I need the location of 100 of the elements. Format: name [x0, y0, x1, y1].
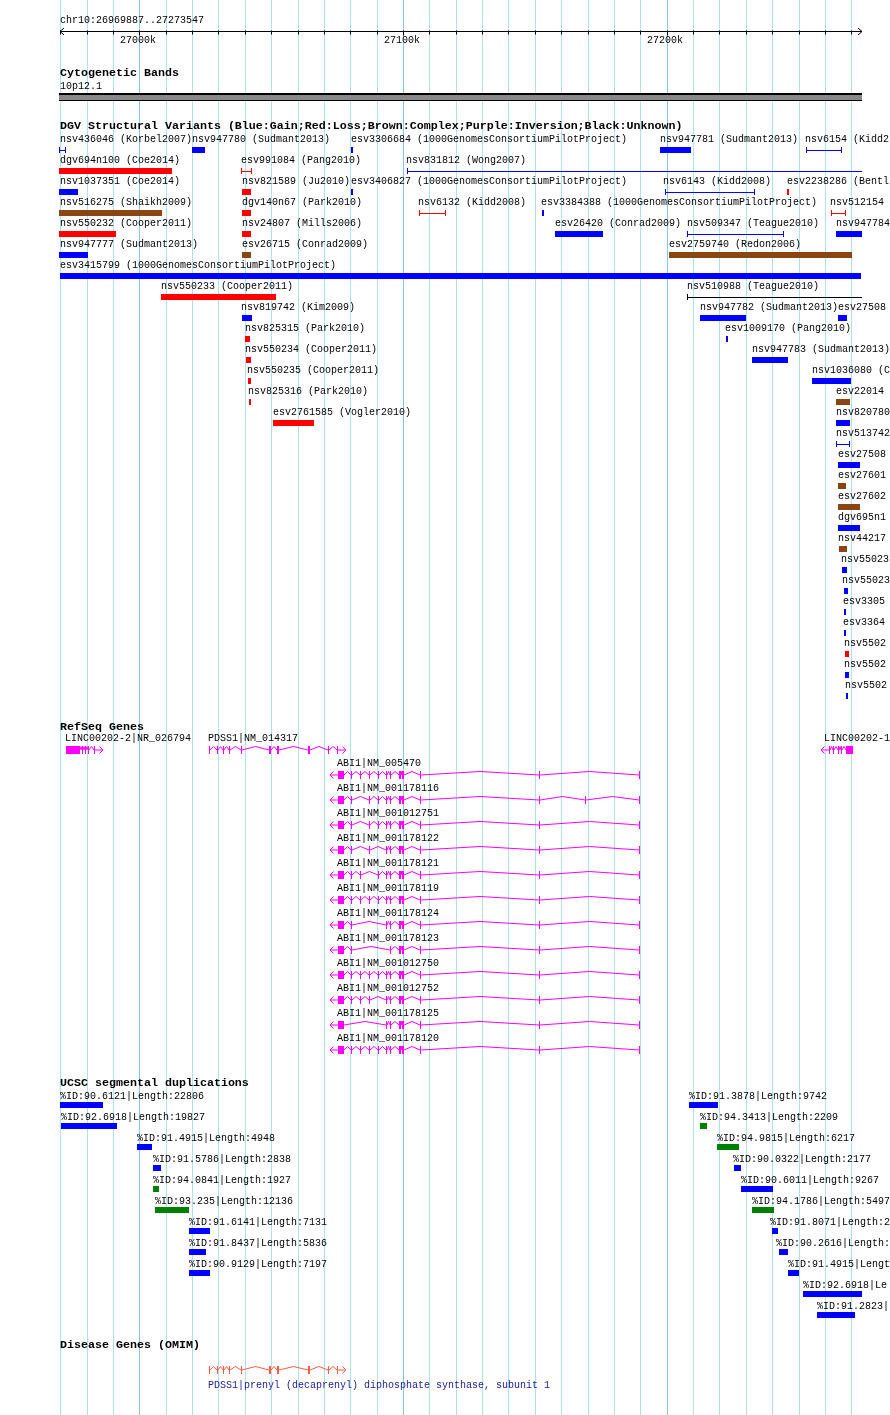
duplication-label: %ID:94.0841|Length:1927 [153, 1173, 292, 1187]
variant-label: esv3384388 (1000GenomesConsortiumPilotProject) [541, 195, 818, 209]
variant-label: nsv6143 (Kidd2008) [663, 174, 772, 188]
duplication-label: %ID:92.6918|Length:19827 [61, 1110, 206, 1124]
variant-label: nsv947781 (Sudmant2013) [660, 132, 799, 146]
variant-label: nsv6132 (Kidd2008) [418, 195, 527, 209]
gene-label: ABI1|NM_001178122 [337, 831, 440, 845]
duplication-label: %ID:90.9129|Length:7197 [189, 1257, 328, 1271]
track-title: Cytogenetic Bands [60, 67, 179, 80]
variant-label: dgv140n67 (Park2010) [242, 195, 363, 209]
gene-label: ABI1|NM_001012752 [337, 981, 440, 995]
gene-label: ABI1|NM_001178124 [337, 906, 440, 920]
coordinate-range: chr10:26969887..27273547 [60, 14, 205, 27]
variant-label: nsv516275 (Shaikh2009) [60, 195, 193, 209]
variant-label: nsv550233 (Cooper2011) [161, 279, 294, 293]
variant-label: esv2238286 (Bentl [787, 174, 890, 188]
variant-label: nsv513742 [836, 426, 890, 440]
duplication-label: %ID:93.235|Length:12136 [155, 1194, 294, 1208]
tick-label: 27100k [384, 33, 420, 47]
variant-label: nsv436046 (Korbel2007) [60, 132, 193, 146]
variant-label: esv27508 [838, 300, 886, 314]
band-label: 10p12.1 [60, 79, 102, 93]
variant-label: esv26420 (Conrad2009) [555, 216, 682, 230]
variant-label: nsv947784 [836, 216, 890, 230]
variant-label: esv3364 [843, 615, 885, 629]
track-title: UCSC segmental duplications [60, 1077, 249, 1090]
variant-label: nsv5502 [844, 657, 886, 671]
variant-label: nsv509347 (Teague2010) [687, 216, 820, 230]
variant-label: nsv825315 (Park2010) [245, 321, 366, 335]
duplication-label: %ID:91.8071|Length:2 [770, 1215, 890, 1229]
duplication-label: %ID:91.4915|Length:4948 [137, 1131, 276, 1145]
variant-label: esv26715 (Conrad2009) [242, 237, 369, 251]
variant-label: esv3415799 (1000GenomesConsortiumPilotProject) [60, 258, 337, 272]
duplication-label: %ID:91.8437|Length:5836 [189, 1236, 328, 1250]
tick-label: 27200k [647, 33, 683, 47]
variant-label: nsv820780 [836, 405, 890, 419]
variant-label: esv2759740 (Redon2006) [669, 237, 802, 251]
variant-label: esv27602 [838, 489, 886, 503]
duplication-label: %ID:94.1786|Length:5497 [752, 1194, 890, 1208]
variant-label: esv27601 [838, 468, 886, 482]
duplication-label: %ID:91.5786|Length:2838 [153, 1152, 292, 1166]
variant-label: nsv947782 (Sudmant2013) [700, 300, 839, 314]
duplication-label: %ID:90.0322|Length:2177 [733, 1152, 872, 1166]
variant-label: nsv819742 (Kim2009) [241, 300, 356, 314]
variant-label: nsv6154 (Kidd2 [805, 132, 889, 146]
variant-label: esv991084 (Pang2010) [241, 153, 362, 167]
gene-label: ABI1|NM_005470 [337, 756, 421, 770]
track-title: DGV Structural Variants (Blue:Gain;Red:Loss;Brown:Complex;Purple:Inversion;Black:Unknown) [60, 119, 683, 133]
variant-label: nsv831812 (Wong2007) [406, 153, 527, 167]
duplication-label: %ID:91.6141|Length:7131 [189, 1215, 328, 1229]
variant-label: nsv44217 [838, 531, 886, 545]
variant-label: dgv694n100 (Coe2014) [60, 153, 181, 167]
duplication-label: %ID:90.6011|Length:9267 [741, 1173, 880, 1187]
variant-label: esv1009170 (Pang2010) [725, 321, 852, 335]
gene-label: ABI1|NM_001012750 [337, 956, 440, 970]
duplication-label: %ID:90.2616|Length: [776, 1236, 890, 1250]
variant-label: nsv550235 (Cooper2011) [247, 363, 380, 377]
variant-label: esv3406827 (1000GenomesConsortiumPilotProject) [351, 174, 628, 188]
variant-label: nsv550234 (Cooper2011) [245, 342, 378, 356]
variant-label: nsv1037351 (Coe2014) [60, 174, 181, 188]
gene-label: PDSS1|NM_014317 [208, 731, 298, 745]
variant-label: nsv510988 (Teague2010) [687, 279, 820, 293]
gene-label: LINC00202-2|NR_026794 [65, 732, 192, 745]
gene-label: ABI1|NM_001178120 [337, 1031, 440, 1045]
gene-label: ABI1|NM_001178123 [337, 931, 440, 945]
variant-label: nsv512154 [830, 195, 884, 209]
variant-label: nsv5502 [845, 678, 887, 692]
duplication-label: %ID:90.6121|Length:22806 [60, 1089, 205, 1103]
variant-label: nsv825316 (Park2010) [248, 384, 369, 398]
variant-label: esv22014 [836, 384, 884, 398]
gene-label: ABI1|NM_001012751 [337, 806, 440, 820]
variant-label: esv3306684 (1000GenomesConsortiumPilotProject) [351, 132, 628, 146]
tick-label: 27000k [120, 33, 156, 47]
variant-label: nsv821589 (Ju2010) [242, 174, 351, 188]
duplication-label: %ID:91.4915|Lengt [788, 1257, 890, 1271]
duplication-label: %ID:94.9815|Length:6217 [717, 1131, 856, 1145]
duplication-label: %ID:91.3878|Length:9742 [689, 1089, 828, 1103]
variant-label: nsv947777 (Sudmant2013) [60, 237, 199, 251]
variant-label: nsv55023 [842, 573, 890, 587]
gene-label: LINC00202-1 [824, 731, 890, 745]
gene-label: ABI1|NM_001178119 [337, 881, 440, 895]
variant-label: nsv947783 (Sudmant2013) [752, 342, 890, 356]
duplication-label: %ID:91.2823| [817, 1299, 889, 1313]
variant-label: dgv695n1 [838, 510, 886, 524]
variant-label: esv2761585 (Vogler2010) [273, 405, 412, 419]
track-title: RefSeq Genes [60, 720, 144, 734]
duplication-label: %ID:92.6918|Le [803, 1278, 887, 1292]
variant-label: esv3305 [843, 594, 885, 608]
variant-label: nsv55023 [841, 552, 889, 566]
variant-label: nsv5502 [844, 636, 886, 650]
duplication-label: %ID:94.3413|Length:2209 [700, 1110, 839, 1124]
disease-gene-label: PDSS1|prenyl (decaprenyl) diphosphate synthase, subunit 1 [208, 1378, 551, 1392]
gene-label: ABI1|NM_001178121 [337, 856, 440, 870]
variant-label: nsv1036080 (C [812, 363, 890, 377]
variant-label: nsv947780 (Sudmant2013) [192, 132, 331, 146]
gene-label: ABI1|NM_001178125 [337, 1006, 440, 1020]
variant-label: nsv550232 (Cooper2011) [60, 216, 193, 230]
gene-label: ABI1|NM_001178116 [337, 781, 440, 795]
variant-label: nsv24807 (Mills2006) [242, 216, 363, 230]
variant-label: esv27508 [838, 447, 886, 461]
